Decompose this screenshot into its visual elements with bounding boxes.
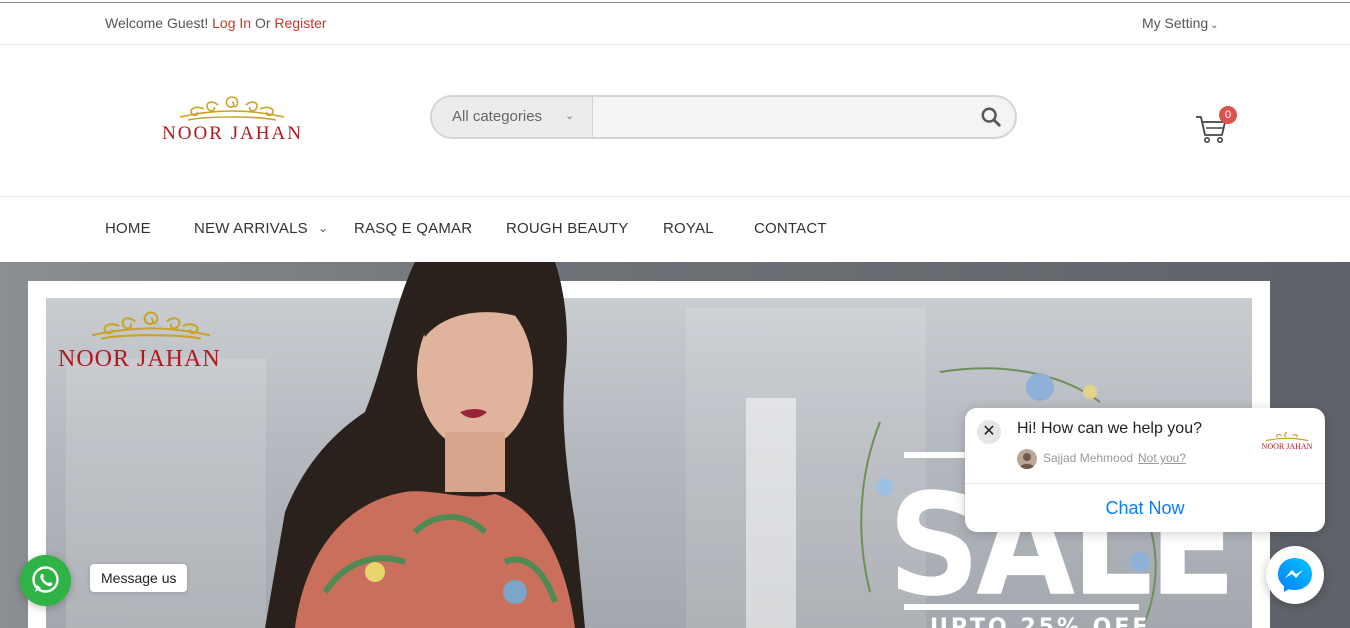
or-text: Or: [254, 15, 271, 31]
welcome-text: Welcome Guest!: [105, 15, 209, 31]
login-link[interactable]: Log In: [212, 15, 251, 31]
banner-logo-text: NOOR JAHAN: [58, 346, 221, 372]
logo-text: NOOR JAHAN: [162, 123, 303, 144]
chat-brand-logo: NOOR JAHAN: [1261, 430, 1313, 454]
messenger-icon: [1278, 558, 1312, 592]
nav-item-new-arrivals[interactable]: NEW ARRIVALS: [194, 220, 308, 237]
chevron-down-icon: ⌄: [1210, 20, 1219, 31]
nav-item-royal[interactable]: ROYAL: [663, 220, 714, 237]
site-header: NOOR JAHAN All categories ⌄ 0: [0, 45, 1350, 197]
main-nav: HOME NEW ARRIVALS ⌄ RASQ E QAMAR ROUGH B…: [0, 197, 1350, 262]
chevron-down-icon: ⌄: [565, 110, 575, 122]
my-setting-dropdown[interactable]: My Setting ⌄: [1142, 15, 1219, 31]
nav-item-home[interactable]: HOME: [105, 220, 151, 237]
search-icon[interactable]: [980, 106, 1002, 128]
top-bar: Welcome Guest! Log In Or Register My Set…: [0, 2, 1350, 45]
chevron-down-icon[interactable]: ⌄: [318, 221, 328, 235]
chat-divider: [965, 483, 1325, 484]
category-select[interactable]: All categories ⌄: [432, 97, 593, 137]
model-illustration: [265, 262, 585, 628]
avatar-icon: [1019, 453, 1035, 469]
welcome-message: Welcome Guest! Log In Or Register: [105, 15, 327, 31]
sale-bottom-rule: [904, 604, 1139, 610]
agent-avatar: [1017, 449, 1037, 469]
sale-subline: UPTO 25% OFF: [930, 615, 1151, 628]
not-you-link[interactable]: Not you?: [1138, 451, 1186, 465]
whatsapp-button[interactable]: [20, 555, 71, 606]
site-logo[interactable]: NOOR JAHAN: [150, 93, 315, 148]
search-bar: All categories ⌄: [430, 95, 1017, 139]
close-icon[interactable]: ✕: [977, 420, 1001, 444]
category-selected-value: All categories: [452, 108, 543, 125]
chat-now-button[interactable]: Chat Now: [965, 498, 1325, 519]
background-column: [746, 398, 796, 628]
crown-ornament-icon: [179, 96, 285, 121]
nav-item-rasq-e-qamar[interactable]: RASQ E QAMAR: [354, 220, 472, 237]
agent-name: Sajjad Mehmood: [1043, 451, 1134, 465]
register-link[interactable]: Register: [274, 15, 326, 31]
chat-greeting: Hi! How can we help you?: [1017, 420, 1202, 437]
search-input[interactable]: [594, 97, 974, 137]
crown-ornament-icon: [91, 311, 211, 340]
whatsapp-label[interactable]: Message us: [90, 564, 188, 592]
nav-item-contact[interactable]: CONTACT: [754, 220, 827, 237]
chat-brand-logo-text: NOOR JAHAN: [1261, 442, 1313, 451]
messenger-button[interactable]: [1266, 546, 1324, 604]
cart-button[interactable]: 0: [1194, 106, 1237, 151]
nav-item-rough-beauty[interactable]: ROUGH BEAUTY: [506, 220, 628, 237]
whatsapp-icon: [32, 566, 59, 593]
cart-count-badge: 0: [1219, 106, 1237, 124]
chat-popup: ✕ Hi! How can we help you? Sajjad Mehmoo…: [965, 408, 1325, 532]
my-setting-label: My Setting: [1142, 15, 1209, 31]
